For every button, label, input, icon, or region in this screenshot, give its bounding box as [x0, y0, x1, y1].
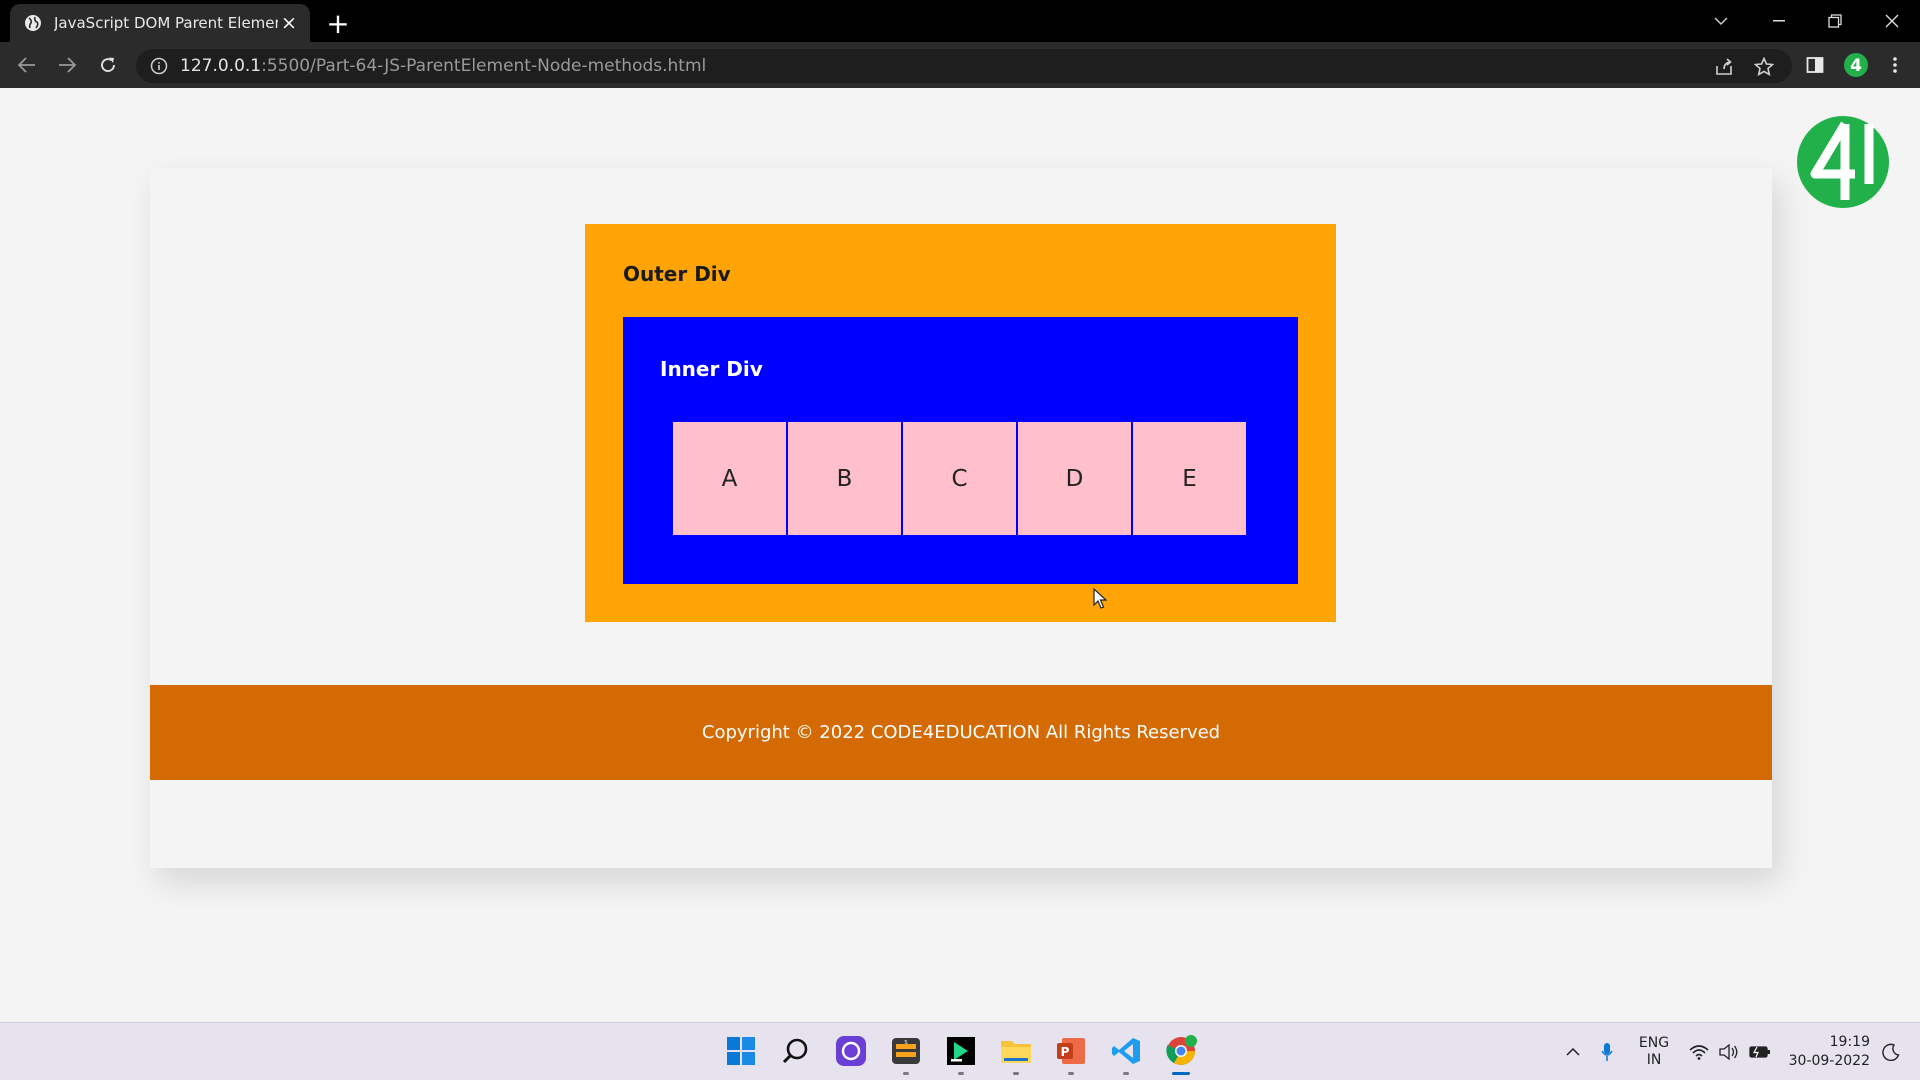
- battery-icon[interactable]: [1746, 1023, 1774, 1080]
- address-bar[interactable]: 127.0.0.1:5500/Part-64-JS-ParentElement-…: [136, 49, 1792, 83]
- windows-taskbar: S P ENG IN 19:19 30-09-2022: [0, 1022, 1920, 1080]
- page-viewport: Outer Div Inner Div A B C D E Copyright …: [0, 88, 1920, 1022]
- bookmark-star-icon[interactable]: [1754, 57, 1774, 77]
- tab-search-chevron-icon[interactable]: [1693, 0, 1749, 42]
- box-c[interactable]: C: [903, 422, 1016, 535]
- reload-icon[interactable]: [92, 49, 124, 81]
- clock-time: 19:19: [1829, 1034, 1870, 1050]
- windows-start-icon[interactable]: [722, 1032, 760, 1070]
- svg-text:S: S: [904, 1040, 907, 1046]
- site-info-icon[interactable]: [150, 57, 168, 75]
- clock-date: 30-09-2022: [1788, 1053, 1870, 1069]
- box-d[interactable]: D: [1018, 422, 1131, 535]
- close-tab-icon[interactable]: ×: [278, 12, 300, 34]
- outer-div[interactable]: Outer Div Inner Div A B C D E: [585, 224, 1336, 622]
- browser-tab-strip: JavaScript DOM Parent Element × +: [0, 0, 1920, 42]
- sublime-text-icon[interactable]: S: [887, 1032, 925, 1075]
- search-icon[interactable]: [777, 1032, 815, 1070]
- file-explorer-icon[interactable]: [997, 1032, 1035, 1075]
- box-e[interactable]: E: [1133, 422, 1246, 535]
- profile-avatar[interactable]: 4: [1840, 49, 1872, 81]
- browser-toolbar: 127.0.0.1:5500/Part-64-JS-ParentElement-…: [0, 42, 1920, 88]
- vscode-icon[interactable]: [1107, 1032, 1145, 1075]
- input-language-indicator[interactable]: ENG IN: [1630, 1023, 1678, 1080]
- globe-icon: [25, 15, 41, 31]
- svg-text:P: P: [1061, 1045, 1070, 1059]
- notifications-moon-icon[interactable]: [1876, 1023, 1906, 1080]
- pycharm-icon[interactable]: [942, 1032, 980, 1075]
- inner-div-title: Inner Div: [660, 357, 763, 381]
- url-text: 127.0.0.1:5500/Part-64-JS-ParentElement-…: [180, 56, 707, 76]
- box-b[interactable]: B: [788, 422, 901, 535]
- browser-tab-active[interactable]: JavaScript DOM Parent Element ×: [10, 4, 310, 42]
- new-tab-button[interactable]: +: [323, 7, 353, 40]
- microphone-icon[interactable]: [1594, 1023, 1620, 1080]
- system-clock[interactable]: 19:19 30-09-2022: [1780, 1023, 1870, 1080]
- mouse-cursor-icon: [1093, 588, 1107, 609]
- box-row: A B C D E: [673, 422, 1246, 535]
- forward-icon[interactable]: [51, 49, 83, 81]
- language-code: ENG: [1638, 1035, 1670, 1051]
- powerpoint-icon[interactable]: P: [1052, 1032, 1090, 1075]
- side-panel-icon[interactable]: [1799, 49, 1831, 81]
- back-icon[interactable]: [11, 49, 43, 81]
- share-icon[interactable]: [1714, 57, 1734, 77]
- language-region: IN: [1646, 1052, 1662, 1068]
- chrome-icon[interactable]: [1162, 1032, 1200, 1075]
- tab-title: JavaScript DOM Parent Element: [54, 14, 278, 32]
- minimize-icon[interactable]: [1751, 0, 1807, 42]
- close-window-icon[interactable]: [1864, 0, 1920, 42]
- browser-menu-icon[interactable]: [1879, 49, 1911, 81]
- restore-icon[interactable]: [1807, 0, 1863, 42]
- box-a[interactable]: A: [673, 422, 786, 535]
- svg-text:4: 4: [1850, 56, 1862, 76]
- wifi-icon[interactable]: [1686, 1023, 1712, 1080]
- show-hidden-icons-chevron-icon[interactable]: [1558, 1023, 1588, 1080]
- inner-div[interactable]: Inner Div A B C D E: [623, 317, 1298, 584]
- volume-icon[interactable]: [1716, 1023, 1742, 1080]
- cortana-icon[interactable]: [832, 1032, 870, 1070]
- outer-div-title: Outer Div: [623, 262, 731, 286]
- code4education-logo: [1797, 116, 1889, 208]
- page-footer: Copyright © 2022 CODE4EDUCATION All Righ…: [150, 685, 1772, 780]
- footer-copyright: Copyright © 2022 CODE4EDUCATION All Righ…: [701, 722, 1221, 743]
